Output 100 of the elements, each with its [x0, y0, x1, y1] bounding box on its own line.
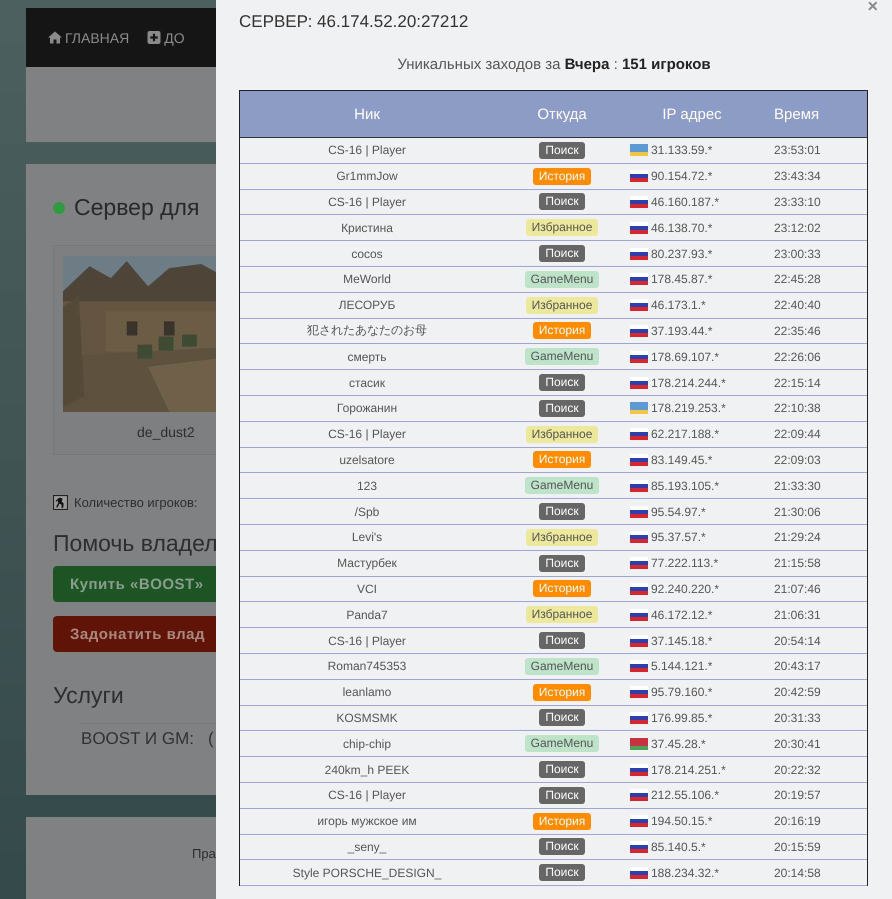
source-badge: Поиск — [539, 245, 585, 262]
ip-cell: 90.154.72.* — [651, 169, 712, 184]
flag-icon — [630, 660, 648, 672]
ip-cell: 212.55.106.* — [651, 788, 720, 802]
time-cell-text: 23:53:01 — [773, 143, 822, 158]
time-cell-text: 21:07:46 — [773, 582, 822, 596]
nick-cell-text: игорь мужское им — [316, 814, 418, 828]
ip-cell: 46.172.12.* — [651, 608, 712, 622]
time-cell-text: 21:06:31 — [773, 608, 822, 622]
flag-icon — [630, 866, 648, 879]
ip-cell: 178.214.244.* — [651, 376, 726, 390]
time-cell-text: 21:15:58 — [773, 556, 822, 570]
nick-cell-text: Кристина — [340, 220, 394, 235]
ip-cell: 95.54.97.* — [651, 504, 706, 519]
ip-cell: 5.144.121.* — [651, 659, 712, 674]
nick-cell-text: CS-16 | Player — [327, 143, 407, 158]
source-badge: Избранное — [526, 296, 598, 314]
column-header: Откуда — [536, 106, 588, 122]
time-cell-text: 20:31:33 — [773, 710, 822, 725]
services-heading: Услуги — [53, 682, 125, 709]
services-value: ( — [208, 729, 214, 749]
source-badge: GameMenu — [524, 658, 600, 675]
ip-cell: 178.69.107.* — [651, 350, 720, 364]
source-badge: GameMenu — [524, 270, 600, 288]
home-icon — [48, 31, 62, 44]
nick-cell-text: cocos — [350, 246, 384, 261]
services-label: BOOST И GM: — [81, 729, 194, 749]
ip-cell: 62.217.188.* — [651, 427, 720, 442]
source-badge: Избранное — [526, 426, 598, 443]
source-badge: Поиск — [539, 400, 585, 417]
source-badge: Поиск — [539, 142, 585, 159]
nick-cell-text: Мастурбек — [336, 556, 398, 570]
flag-icon — [630, 789, 648, 802]
action-button[interactable]: Купить «BOOST» — [53, 566, 216, 602]
source-badge: Поиск — [539, 632, 585, 650]
time-cell-text: 20:14:58 — [773, 866, 822, 880]
time-cell-text: 20:19:57 — [773, 788, 822, 802]
nick-cell-text: смерть — [346, 350, 388, 364]
time-cell-text: 20:54:14 — [773, 634, 822, 648]
nick-cell-text: chip-chip — [342, 736, 392, 751]
ip-cell: 194.50.15.* — [651, 814, 712, 828]
flag-icon — [630, 608, 648, 621]
time-cell-text: 20:43:17 — [773, 659, 822, 674]
close-button[interactable]: × — [867, 0, 878, 17]
action-button[interactable]: Задонатить влад — [53, 616, 216, 652]
time-cell-text: 20:22:32 — [773, 762, 822, 777]
ip-cell: 178.45.87.* — [651, 272, 712, 286]
ip-cell: 85.193.105.* — [651, 478, 720, 493]
flag-icon — [630, 222, 648, 234]
source-badge: GameMenu — [524, 477, 600, 494]
source-badge: GameMenu — [524, 348, 600, 366]
nav-link[interactable]: ДО — [147, 30, 185, 46]
ip-cell: 95.79.160.* — [651, 685, 712, 700]
source-badge: Поиск — [539, 554, 585, 572]
flag-icon — [630, 144, 648, 156]
time-cell-text: 22:10:38 — [773, 401, 822, 416]
flag-icon — [630, 815, 648, 828]
ip-cell: 46.138.70.* — [651, 220, 712, 235]
nick-cell-text: VCI — [356, 582, 378, 596]
ip-cell: 37.193.44.* — [651, 324, 712, 338]
players-label: Количество игроков: — [74, 495, 198, 510]
source-badge: Поиск — [539, 786, 585, 804]
time-cell-text: 22:09:44 — [773, 427, 822, 442]
nav-link[interactable]: ГЛАВНАЯ — [48, 30, 130, 46]
ip-cell: 176.99.85.* — [651, 710, 712, 725]
summary-text: Уникальных заходов за Вчера : 151 игроков — [396, 56, 712, 73]
nick-cell-text: uzelsatore — [338, 452, 396, 467]
nick-cell-text: CS-16 | Player — [327, 427, 407, 442]
source-badge: Поиск — [539, 374, 585, 392]
flag-icon — [630, 428, 648, 440]
source-badge: История — [532, 322, 592, 340]
ip-cell: 178.219.253.* — [651, 401, 726, 416]
nick-cell-text: CS-16 | Player — [327, 194, 407, 209]
time-cell-text: 22:45:28 — [773, 272, 822, 286]
flag-icon — [630, 350, 648, 363]
flag-icon — [630, 506, 648, 518]
ip-cell: 85.140.5.* — [651, 840, 706, 854]
ip-cell: 37.45.28.* — [651, 736, 706, 751]
time-cell-text: 23:43:34 — [773, 169, 822, 184]
nick-cell-text: /Spb — [354, 504, 380, 519]
source-badge: Поиск — [539, 838, 585, 856]
flag-icon — [630, 582, 648, 595]
nick-cell-text: _seny_ — [346, 840, 388, 854]
flag-icon — [630, 454, 648, 466]
flag-icon — [630, 531, 648, 544]
ip-cell: 188.234.32.* — [651, 866, 720, 880]
source-badge: Поиск — [539, 193, 585, 210]
nick-cell-text: Levi's — [350, 530, 384, 544]
ip-cell: 46.160.187.* — [651, 194, 720, 209]
source-badge: Поиск — [539, 503, 585, 520]
flag-icon — [630, 712, 648, 724]
source-badge: История — [532, 580, 592, 598]
ip-cell: 178.214.251.* — [651, 762, 726, 777]
time-cell-text: 20:42:59 — [773, 685, 822, 700]
source-badge: Поиск — [539, 761, 585, 778]
ip-cell: 95.37.57.* — [651, 530, 706, 544]
nick-cell-text: Горожанин — [336, 401, 398, 416]
map-caption: de_dust2 — [137, 424, 196, 440]
modal-title: СЕРВЕР: 46.174.52.20:27212 — [239, 12, 470, 32]
flag-icon — [630, 376, 648, 389]
